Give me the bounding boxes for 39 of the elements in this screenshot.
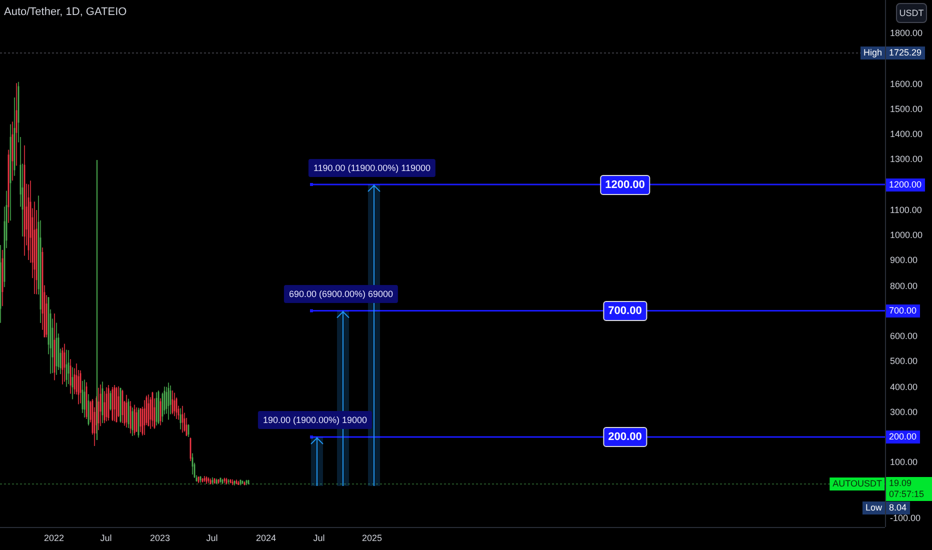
price-tick: 1600.00 xyxy=(890,78,923,88)
price-tick: 300.00 xyxy=(890,406,918,417)
time-tick: 2022 xyxy=(44,533,64,543)
time-tick: 2023 xyxy=(150,533,170,543)
low-label: Low xyxy=(862,502,885,514)
price-tick: 1800.00 xyxy=(890,28,923,38)
price-tick: -100.00 xyxy=(890,512,921,523)
low-price-label: 8.04 xyxy=(886,502,910,514)
high-label: High xyxy=(860,46,885,60)
high-price-label: 1725.29 xyxy=(886,46,925,60)
level-price-label: 200.00 xyxy=(886,430,920,444)
price-tick: 800.00 xyxy=(890,280,918,290)
time-tick: Jul xyxy=(313,533,325,543)
price-level-label: 200.00 xyxy=(603,427,647,447)
time-tick: 2024 xyxy=(256,533,276,543)
time-tick: Jul xyxy=(206,533,218,543)
price-tick: 500.00 xyxy=(890,356,918,366)
price-tick: 400.00 xyxy=(890,382,918,392)
chart-title: Auto/Tether, 1D, GATEIO xyxy=(4,6,127,18)
measure-label: 190.00 (1900.00%) 19000 xyxy=(258,411,372,429)
price-tick: 1000.00 xyxy=(890,230,923,240)
price-tick: 1100.00 xyxy=(890,204,922,215)
time-tick: 2025 xyxy=(362,533,382,543)
price-tick: 1400.00 xyxy=(890,129,923,139)
measure-label: 1190.00 (11900.00%) 119000 xyxy=(308,158,436,176)
price-tick: 600.00 xyxy=(890,331,918,341)
price-tick: 1500.00 xyxy=(890,104,923,114)
level-price-label: 700.00 xyxy=(886,304,920,318)
symbol-label: AUTOUSDT xyxy=(830,478,885,490)
current-price-label: 19.09 07:57:15 xyxy=(886,477,932,501)
measure-label: 690.00 (6900.00%) 69000 xyxy=(284,284,398,303)
price-level-label: 700.00 xyxy=(603,300,647,321)
price-level-label: 1200.00 xyxy=(600,174,650,194)
level-price-label: 1200.00 xyxy=(886,178,925,191)
price-tick: 900.00 xyxy=(890,255,918,266)
price-tick: 1300.00 xyxy=(890,154,923,164)
currency-button[interactable]: USDT xyxy=(896,3,927,23)
time-tick: Jul xyxy=(100,533,112,543)
price-tick: 100.00 xyxy=(890,457,918,468)
